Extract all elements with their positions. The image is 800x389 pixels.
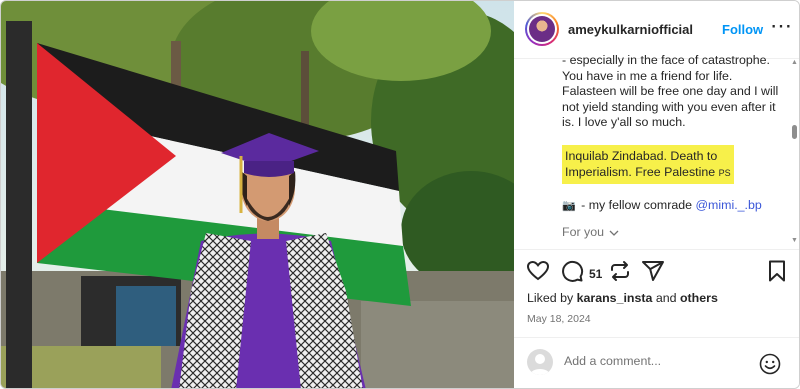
comment-icon[interactable] xyxy=(560,259,584,283)
emoji-icon[interactable] xyxy=(758,352,782,376)
more-options-icon[interactable]: ⋯ xyxy=(770,15,792,37)
scroll-up-icon[interactable]: ▲ xyxy=(791,59,798,66)
avatar-image xyxy=(529,16,555,42)
action-bar: 51 xyxy=(514,259,799,287)
highlighted-text: Inquilab Zindabad. Death to Imperialism. … xyxy=(562,144,734,184)
scroll-thumb[interactable] xyxy=(792,125,797,139)
caption-paragraph: - especially in the face of catastrophe.… xyxy=(562,53,779,130)
repost-icon[interactable] xyxy=(608,259,632,283)
author-username[interactable]: ameykulkarniofficial xyxy=(568,22,693,37)
ps-label: PS xyxy=(718,167,731,178)
caption-comrade-line: 📷 - my fellow comrade @mimi._.bp xyxy=(562,197,762,212)
post-caption: - especially in the face of catastrophe.… xyxy=(562,53,790,243)
comment-count: 51 xyxy=(589,267,603,281)
liked-by-user-link[interactable]: karans_insta xyxy=(577,291,653,305)
follow-button[interactable]: Follow xyxy=(722,22,763,37)
bookmark-icon[interactable] xyxy=(765,259,789,283)
others-link[interactable]: others xyxy=(680,291,718,305)
chevron-down-icon xyxy=(610,230,619,236)
share-icon[interactable] xyxy=(641,259,665,283)
for-you-toggle[interactable]: For you xyxy=(562,225,619,239)
heart-icon[interactable] xyxy=(526,259,550,283)
author-avatar[interactable] xyxy=(525,12,559,46)
caption-highlight: Inquilab Zindabad. Death to Imperialism. … xyxy=(562,144,790,184)
comment-bar xyxy=(514,337,799,388)
caption-scrollbar[interactable]: ▲ ▼ xyxy=(791,59,799,249)
post-header: ameykulkarniofficial Follow ⋯ xyxy=(514,1,799,59)
user-silhouette-icon xyxy=(530,354,550,375)
scroll-down-icon[interactable]: ▼ xyxy=(791,237,798,244)
post-date[interactable]: May 18, 2024 xyxy=(527,313,591,325)
comment-input[interactable] xyxy=(564,354,754,368)
camera-icon: 📷 xyxy=(562,199,576,212)
post-details-panel: ameykulkarniofficial Follow ⋯ - especial… xyxy=(514,1,799,388)
instagram-post-modal: ameykulkarniofficial Follow ⋯ - especial… xyxy=(0,0,800,389)
mention-link[interactable]: @mimi._.bp xyxy=(695,198,761,212)
post-photo xyxy=(1,1,514,388)
likes-summary: Liked by karans_insta and others xyxy=(527,291,718,305)
current-user-avatar xyxy=(527,349,553,375)
divider xyxy=(514,249,799,250)
